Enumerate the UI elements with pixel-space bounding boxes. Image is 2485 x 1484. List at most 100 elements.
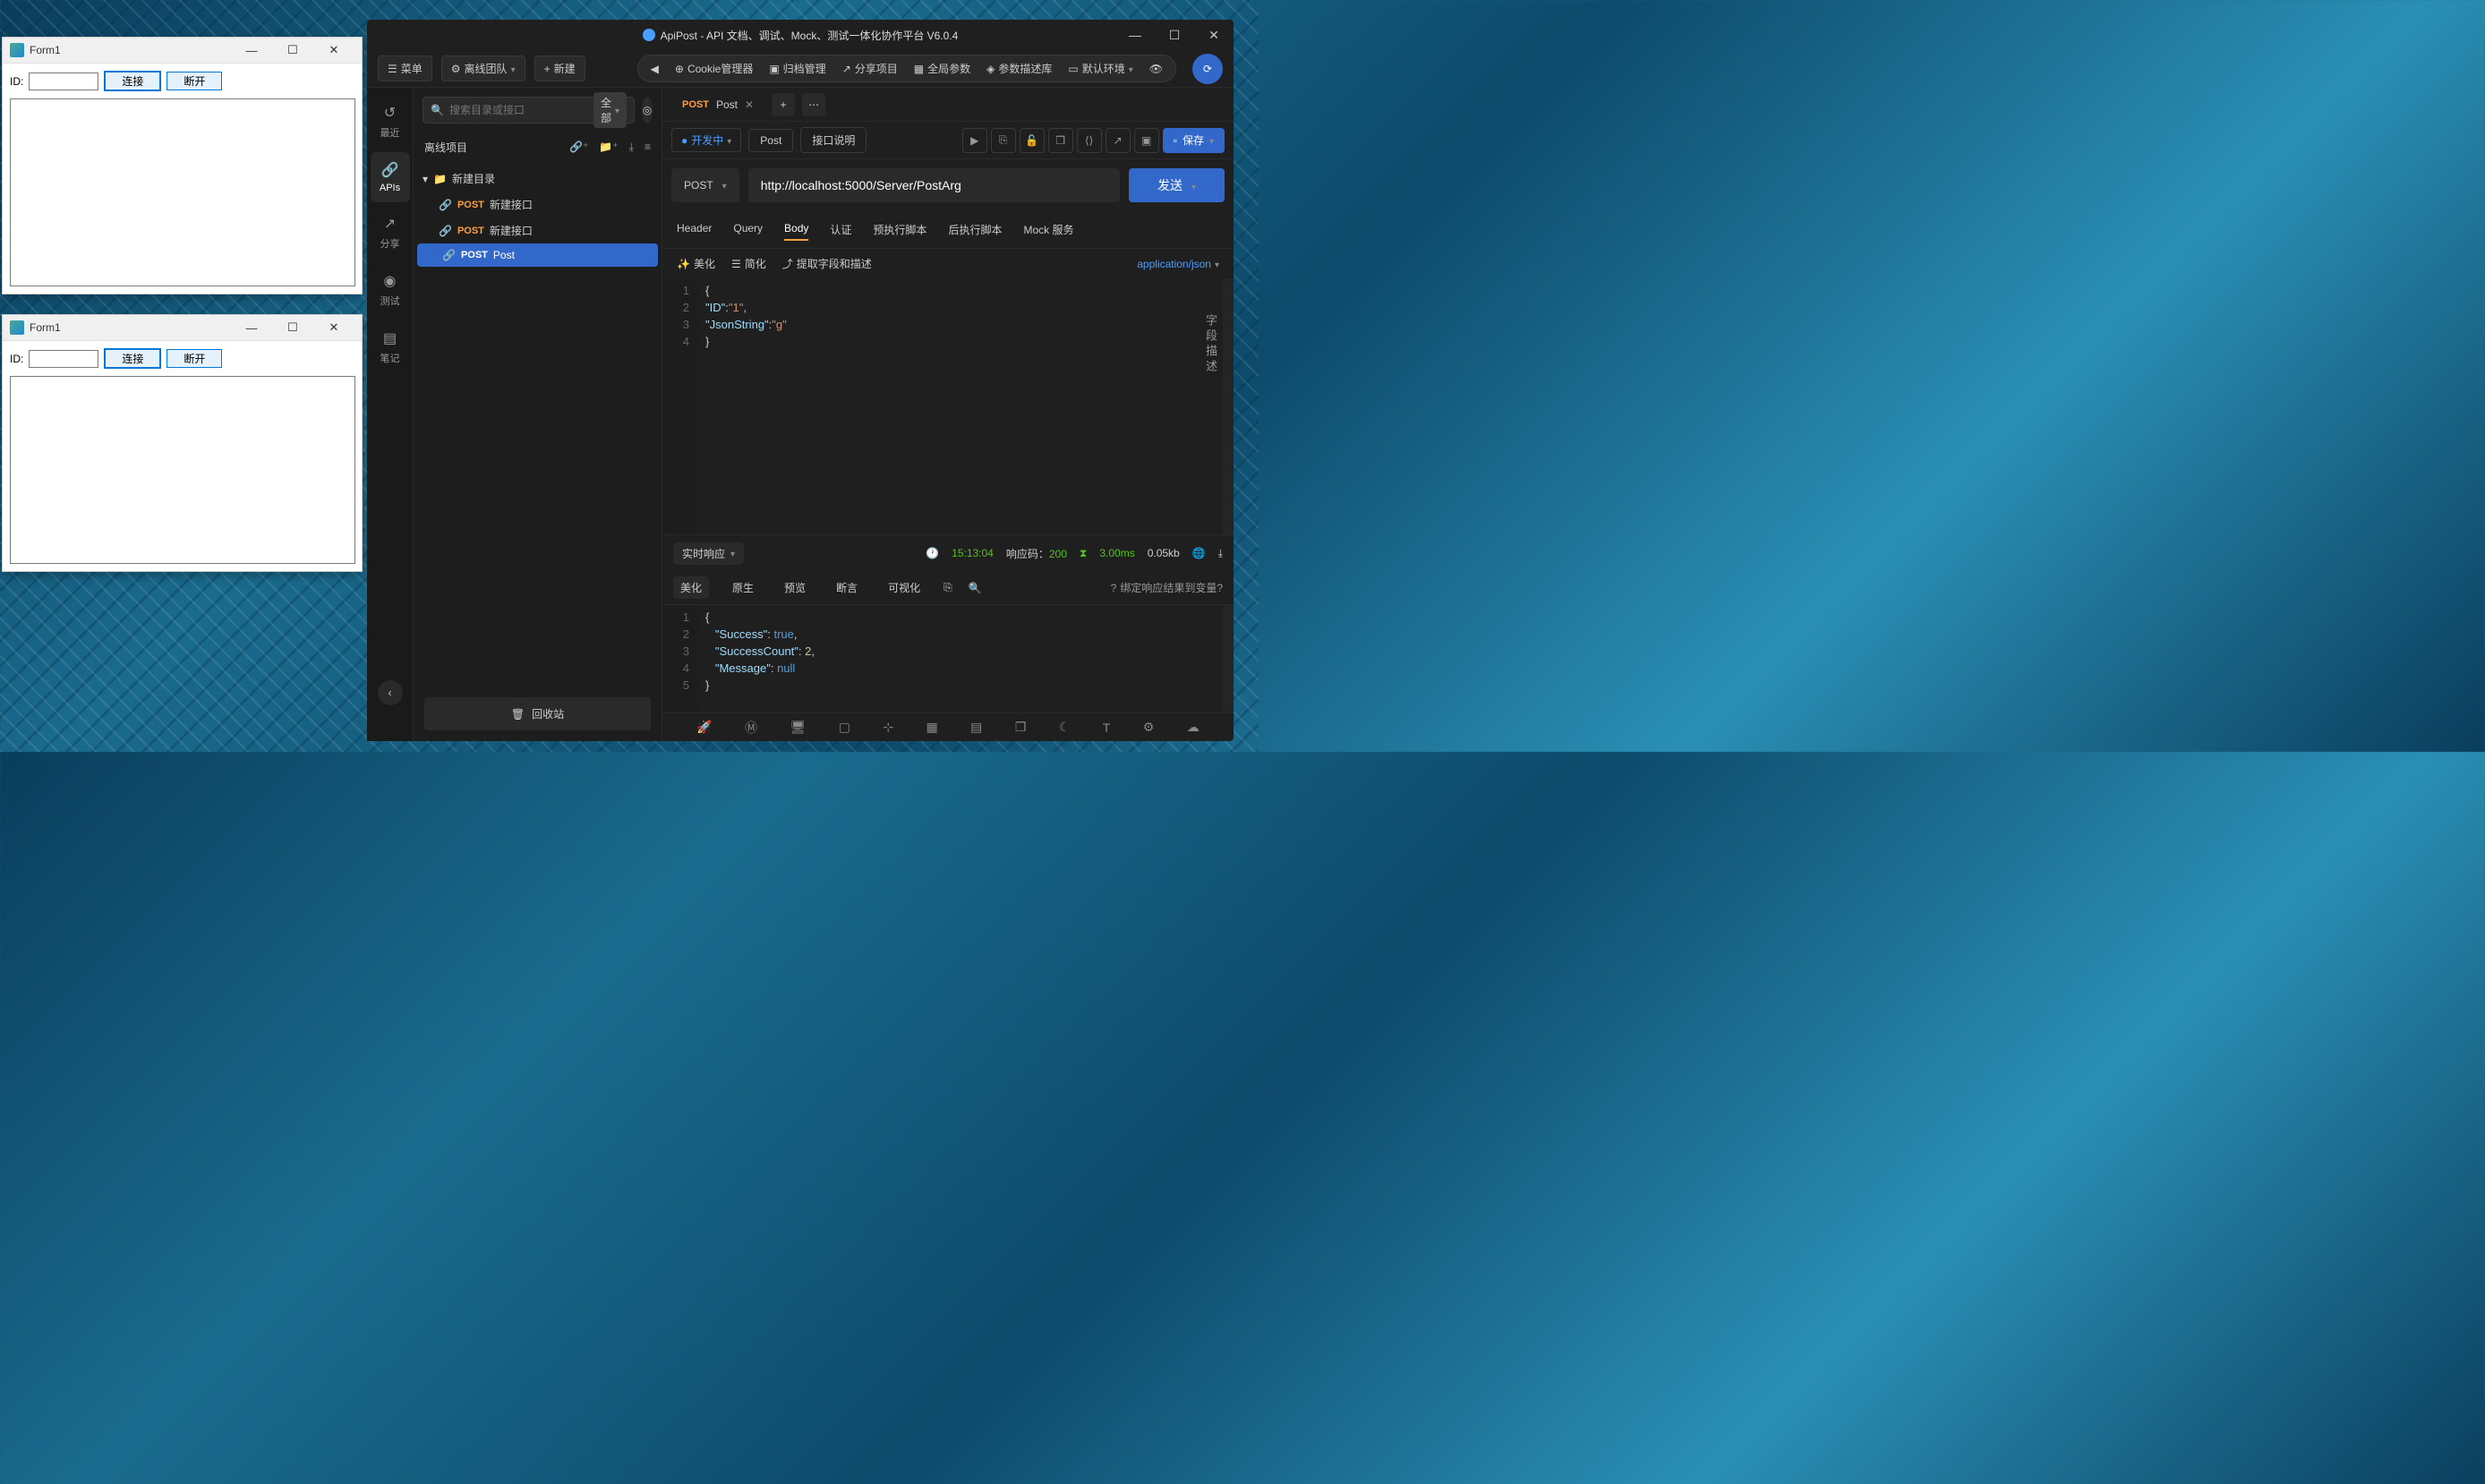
env-select[interactable]: ▭默认环境	[1061, 57, 1140, 80]
globe-icon[interactable]: 🌐	[1192, 547, 1206, 559]
tree-request[interactable]: 🔗 POST 新建接口	[414, 217, 662, 243]
minimap[interactable]	[1223, 278, 1234, 534]
beautify-button[interactable]: ✨美化	[677, 256, 715, 271]
disconnect-button[interactable]: 断开	[167, 72, 222, 90]
resp-tab-raw[interactable]: 原生	[725, 576, 761, 599]
new-link-icon[interactable]: 🔗⁺	[569, 141, 588, 154]
content-type-select[interactable]: application/json	[1137, 258, 1219, 270]
minimize-button[interactable]: —	[231, 315, 272, 341]
sort-icon[interactable]: ≡	[645, 141, 651, 154]
footer-grid-icon[interactable]: ▦	[927, 720, 938, 735]
send-button[interactable]: 发送	[1129, 168, 1225, 202]
code-icon[interactable]: ⟨⟩	[1077, 128, 1102, 153]
rail-collapse-button[interactable]: ‹	[378, 680, 403, 705]
window-icon[interactable]: ▣	[1134, 128, 1159, 153]
method-select[interactable]: POST	[671, 168, 739, 202]
id-input[interactable]	[29, 350, 98, 368]
minimize-button[interactable]: —	[231, 38, 272, 64]
tab-post[interactable]: POST Post ✕	[671, 91, 764, 118]
rail-test[interactable]: ◉测试	[371, 263, 410, 317]
footer-copy-icon[interactable]: ❐	[1015, 720, 1027, 735]
save-button[interactable]: ▫保存	[1163, 128, 1225, 153]
titlebar[interactable]: Form1 — ☐ ✕	[3, 38, 362, 64]
nav-back-button[interactable]: ◀	[644, 59, 666, 79]
tab-add-button[interactable]: +	[772, 93, 795, 116]
resp-tab-preview[interactable]: 预览	[777, 576, 813, 599]
search-response-icon[interactable]: 🔍	[969, 582, 982, 594]
menu-button[interactable]: ☰菜单	[378, 55, 432, 81]
download-icon[interactable]: ⤓	[1218, 547, 1223, 560]
resp-tab-assert[interactable]: 断言	[829, 576, 865, 599]
tab-body[interactable]: Body	[784, 218, 808, 241]
close-button[interactable]: ✕	[313, 38, 354, 64]
minimize-button[interactable]: —	[1115, 20, 1155, 50]
tab-close-icon[interactable]: ✕	[745, 98, 754, 111]
sync-button[interactable]: ⟳	[1192, 54, 1223, 84]
body-editor[interactable]: 1234 { "ID":"1", "JsonString":"g" } 字段描述	[662, 278, 1234, 534]
param-desc-button[interactable]: ◈参数描述库	[979, 57, 1059, 80]
rail-share[interactable]: ↗分享	[371, 206, 410, 260]
tree-request[interactable]: 🔗 POST 新建接口	[414, 192, 662, 217]
close-button[interactable]: ✕	[313, 315, 354, 341]
connect-button[interactable]: 连接	[104, 71, 161, 91]
rail-recent[interactable]: ↺最近	[371, 95, 410, 149]
cookie-button[interactable]: ⊕Cookie管理器	[668, 57, 760, 80]
tab-more-button[interactable]: ⋯	[802, 93, 825, 116]
footer-cloud-icon[interactable]: ☁	[1187, 720, 1200, 735]
titlebar[interactable]: ApiPost - API 文档、调试、Mock、测试一体化协作平台 V6.0.…	[367, 20, 1234, 50]
disconnect-button[interactable]: 断开	[167, 349, 222, 368]
tab-postscript[interactable]: 后执行脚本	[948, 218, 1002, 241]
maximize-button[interactable]: ☐	[272, 315, 313, 341]
export-icon[interactable]: ↗	[1106, 128, 1131, 153]
url-input[interactable]	[748, 168, 1120, 202]
import-icon[interactable]: ⤓	[629, 141, 634, 154]
share-project-button[interactable]: ↗分享项目	[835, 57, 905, 80]
duplicate-icon[interactable]: ❐	[1048, 128, 1073, 153]
request-name[interactable]: Post	[748, 129, 793, 152]
close-button[interactable]: ✕	[1194, 20, 1234, 50]
resp-tab-beautify[interactable]: 美化	[673, 576, 709, 599]
tab-query[interactable]: Query	[733, 218, 763, 241]
response-editor[interactable]: 12345 { "Success": true, "SuccessCount":…	[662, 605, 1234, 712]
field-desc-label[interactable]: 字段描述	[1202, 314, 1219, 375]
titlebar[interactable]: Form1 — ☐ ✕	[3, 315, 362, 341]
response-mode[interactable]: 实时响应	[673, 542, 744, 565]
footer-rocket-icon[interactable]: 🚀	[696, 720, 712, 735]
tab-mock[interactable]: Mock 服务	[1023, 218, 1073, 241]
copy-response-icon[interactable]: ⎘	[944, 581, 952, 594]
id-input[interactable]	[29, 72, 98, 90]
team-button[interactable]: ⚙离线团队	[441, 55, 525, 81]
archive-button[interactable]: ▣归档管理	[762, 57, 833, 80]
log-textarea[interactable]	[10, 376, 355, 564]
global-params-button[interactable]: ▦全局参数	[907, 57, 978, 80]
tree-request-active[interactable]: 🔗 POST Post	[417, 243, 658, 267]
search-filter[interactable]: 全部	[593, 92, 627, 128]
new-button[interactable]: +新建	[534, 55, 585, 81]
tab-auth[interactable]: 认证	[830, 218, 851, 241]
tab-header[interactable]: Header	[677, 218, 712, 241]
eye-icon[interactable]: 👁	[1142, 59, 1170, 79]
new-folder-icon[interactable]: 📁⁺	[599, 141, 618, 154]
search-input[interactable]	[449, 104, 588, 116]
footer-moon-icon[interactable]: ☾	[1059, 720, 1071, 735]
tab-prescript[interactable]: 预执行脚本	[873, 218, 927, 241]
footer-monitor-icon[interactable]: 🖥	[790, 720, 806, 735]
dev-status[interactable]: ●开发中	[671, 128, 741, 152]
recycle-button[interactable]: 🗑 回收站	[424, 697, 651, 730]
footer-text-icon[interactable]: T	[1103, 721, 1111, 735]
run-button[interactable]: ▶	[962, 128, 987, 153]
log-textarea[interactable]	[10, 98, 355, 286]
api-desc-button[interactable]: 接口说明	[800, 127, 867, 153]
footer-window-icon[interactable]: ▢	[839, 720, 850, 735]
footer-m-icon[interactable]: Ⓜ	[745, 719, 757, 737]
lock-icon[interactable]: 🔓	[1020, 128, 1045, 153]
extract-button[interactable]: ⤴提取字段和描述	[782, 256, 872, 271]
footer-split-icon[interactable]: ⊹	[883, 720, 893, 735]
bind-variable-button[interactable]: ?绑定响应结果到变量?	[1111, 580, 1223, 595]
rail-notes[interactable]: ▤笔记	[371, 320, 410, 374]
connect-button[interactable]: 连接	[104, 348, 161, 369]
maximize-button[interactable]: ☐	[272, 38, 313, 64]
footer-layers-icon[interactable]: ▤	[970, 720, 982, 735]
search-box[interactable]: 🔍 全部	[423, 97, 635, 124]
simplify-button[interactable]: ☰简化	[731, 256, 766, 271]
